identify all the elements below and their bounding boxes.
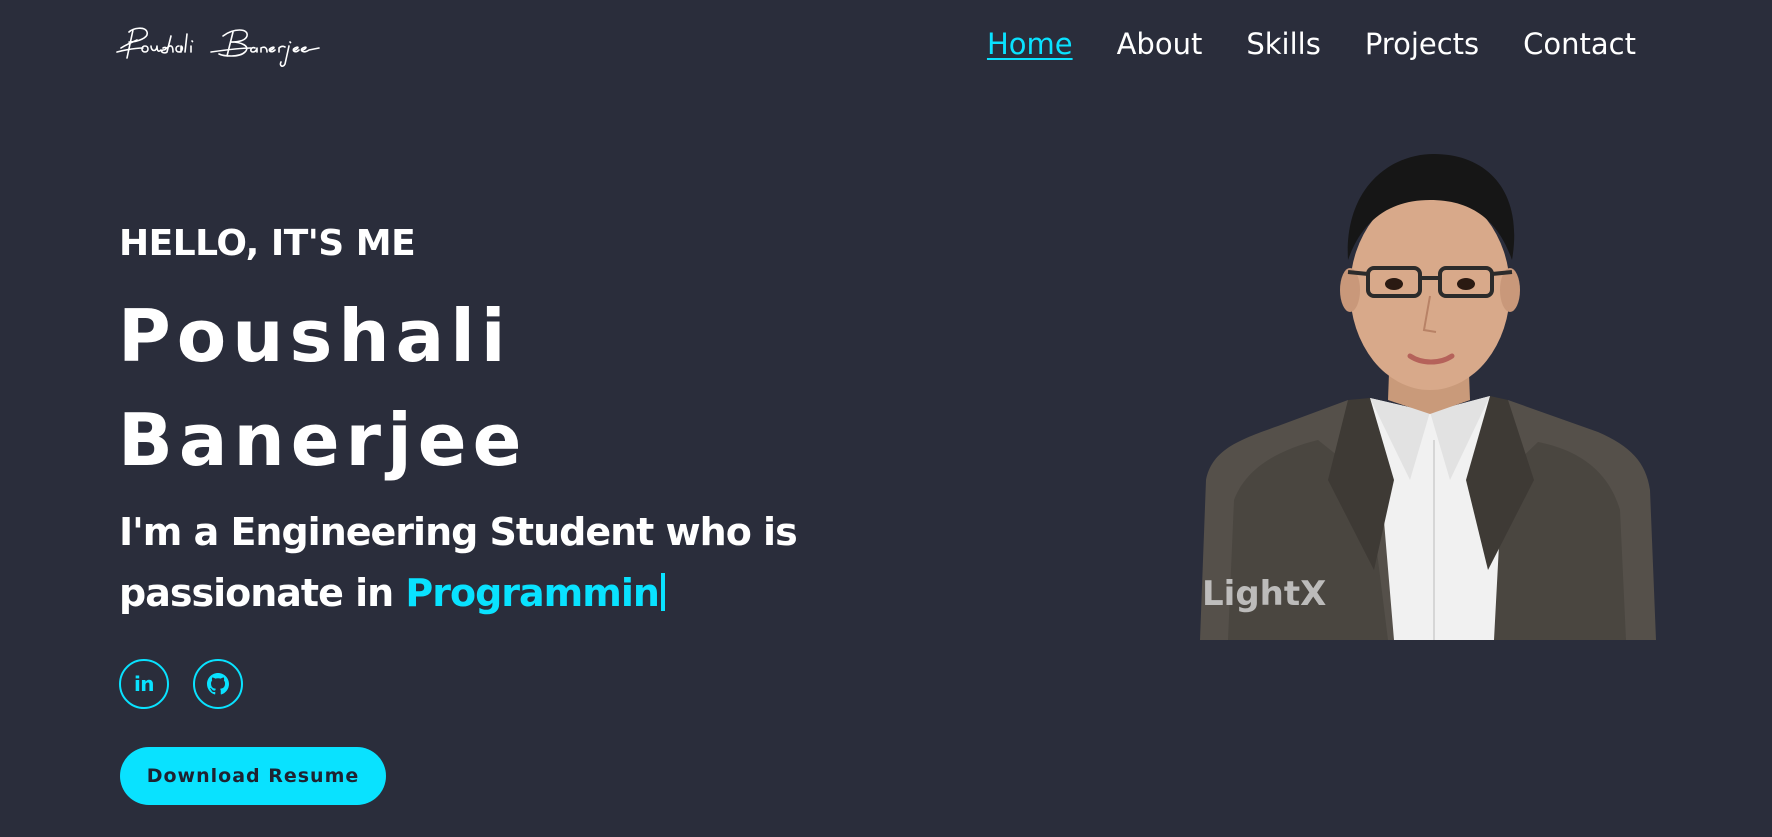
main-nav: Home About Skills Projects Contact <box>987 22 1636 66</box>
nav-item-about[interactable]: About <box>1117 22 1203 66</box>
nav-item-projects[interactable]: Projects <box>1365 22 1479 66</box>
typed-text: Programmin <box>405 571 660 615</box>
site-header: Home About Skills Projects Contact <box>0 0 1772 90</box>
profile-photo <box>1198 150 1656 642</box>
linkedin-icon: in <box>133 672 155 696</box>
linkedin-button[interactable]: in <box>119 659 169 709</box>
hero-name-first: Poushali <box>118 294 512 378</box>
nav-item-home[interactable]: Home <box>987 22 1073 66</box>
social-links: in <box>119 659 243 709</box>
download-resume-button[interactable]: Download Resume <box>120 747 386 805</box>
hero-greeting: HELLO, IT'S ME <box>119 223 416 264</box>
nav-item-skills[interactable]: Skills <box>1246 22 1320 66</box>
hero-name-last: Banerjee <box>118 398 528 482</box>
nav-item-contact[interactable]: Contact <box>1523 22 1636 66</box>
photo-watermark: LightX <box>1202 574 1327 614</box>
github-icon <box>207 673 229 695</box>
signature-logo[interactable] <box>115 18 345 68</box>
hero-tagline: I'm a Engineering Student who is passion… <box>119 502 839 624</box>
typing-cursor <box>660 573 665 611</box>
github-button[interactable] <box>193 659 243 709</box>
signature-logo-image <box>116 27 320 67</box>
profile-photo-image <box>1200 154 1656 640</box>
